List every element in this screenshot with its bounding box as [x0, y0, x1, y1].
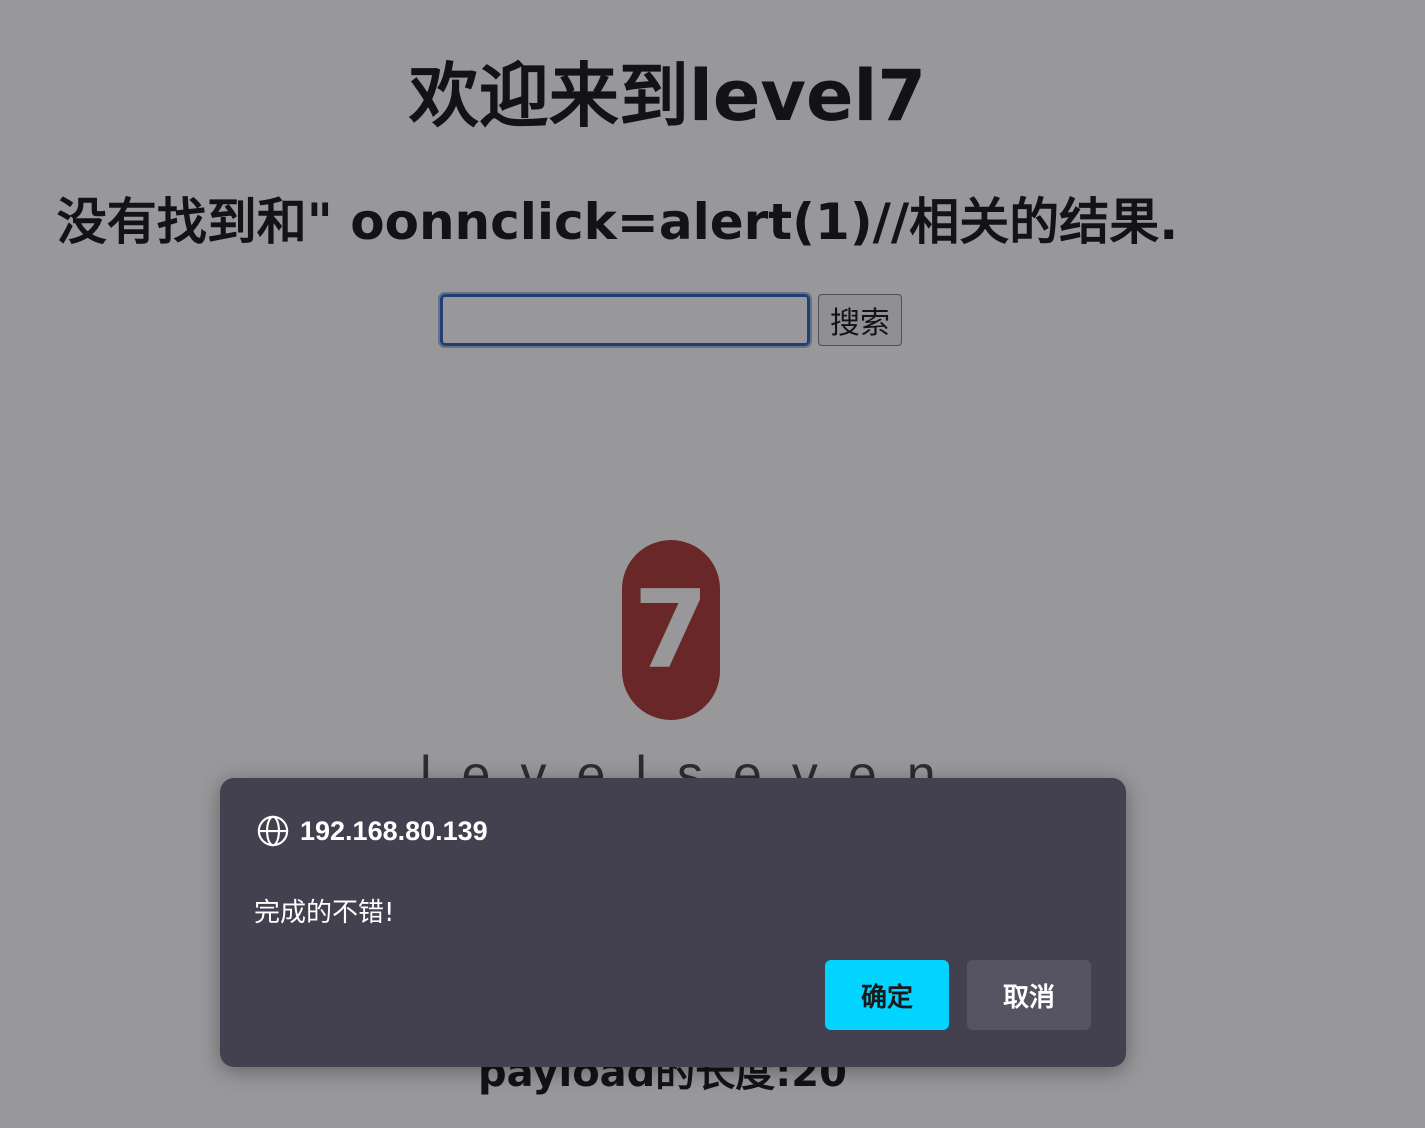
globe-icon — [257, 815, 289, 847]
dialog-origin: 192.168.80.139 — [300, 815, 488, 846]
ok-button[interactable]: 确定 — [825, 960, 949, 1030]
cancel-button[interactable]: 取消 — [967, 960, 1091, 1030]
dialog-header: 192.168.80.139 — [256, 814, 488, 848]
browser-page: 欢迎来到level7 没有找到和" oonnclick=alert(1)//相关… — [0, 0, 1425, 1128]
dialog-message: 完成的不错! — [254, 898, 395, 928]
alert-dialog: 192.168.80.139 完成的不错! 确定 取消 — [220, 778, 1126, 1067]
